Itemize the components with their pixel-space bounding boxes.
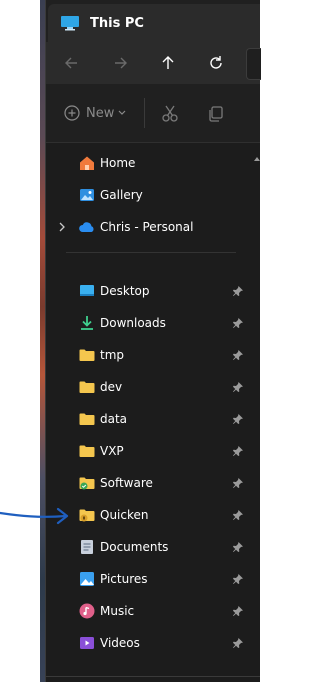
- pictures-icon: [78, 570, 96, 588]
- documents-icon: [78, 538, 96, 556]
- refresh-icon: [210, 56, 222, 69]
- nav-item-label: Downloads: [100, 316, 166, 330]
- back-arrow-icon: [65, 57, 77, 69]
- nav-item-vxp[interactable]: VXP: [46, 435, 246, 467]
- nav-item-desktop[interactable]: Desktop: [46, 275, 246, 307]
- file-explorer-window: This PC New Home Gallery Chris - Persona…: [45, 0, 261, 682]
- nav-item-quicken[interactable]: Quicken: [46, 499, 246, 531]
- nav-section-divider: [66, 252, 236, 253]
- nav-item-pictures[interactable]: Pictures: [46, 563, 246, 595]
- new-button[interactable]: New: [64, 102, 126, 124]
- command-toolbar: New: [46, 84, 260, 143]
- cut-icon[interactable]: [160, 104, 180, 124]
- videos-icon: [78, 634, 96, 652]
- folder-locked-icon: [78, 506, 96, 524]
- nav-item-onedrive-personal[interactable]: Chris - Personal: [46, 211, 246, 243]
- gallery-icon: [78, 186, 96, 204]
- pin-icon[interactable]: [232, 413, 244, 425]
- pin-icon[interactable]: [232, 349, 244, 361]
- pin-icon[interactable]: [232, 573, 244, 585]
- forward-arrow-icon: [115, 57, 127, 69]
- desktop-icon: [78, 282, 96, 300]
- window-title: This PC: [90, 15, 144, 31]
- pin-icon[interactable]: [232, 477, 244, 489]
- forward-button[interactable]: [108, 52, 132, 74]
- up-arrow-icon: [162, 56, 174, 69]
- home-icon: [78, 154, 96, 172]
- nav-item-label: Chris - Personal: [100, 220, 194, 234]
- this-pc-icon: [61, 16, 79, 31]
- title-tab-bar: This PC: [46, 0, 260, 42]
- pin-icon[interactable]: [232, 509, 244, 521]
- chevron-down-icon: [118, 110, 126, 115]
- address-bar[interactable]: [246, 48, 261, 80]
- nav-item-label: Pictures: [100, 572, 148, 586]
- nav-item-label: Music: [100, 604, 135, 618]
- onedrive-cloud-icon: [78, 218, 96, 236]
- pin-icon[interactable]: [232, 381, 244, 393]
- nav-item-dev[interactable]: dev: [46, 371, 246, 403]
- nav-item-label: VXP: [100, 444, 124, 458]
- pin-icon[interactable]: [232, 445, 244, 457]
- nav-item-music[interactable]: Music: [46, 595, 246, 627]
- new-button-label: New: [86, 105, 115, 121]
- folder-synced-icon: [78, 474, 96, 492]
- copy-icon[interactable]: [206, 104, 226, 124]
- up-button[interactable]: [156, 52, 180, 74]
- scroll-up-icon[interactable]: [254, 156, 260, 162]
- nav-item-label: Videos: [100, 636, 140, 650]
- nav-item-home[interactable]: Home: [46, 147, 246, 179]
- downloads-icon: [78, 314, 96, 332]
- nav-item-gallery[interactable]: Gallery: [46, 179, 246, 211]
- nav-item-label: Desktop: [100, 284, 150, 298]
- nav-item-data[interactable]: data: [46, 403, 246, 435]
- toolbar-divider: [144, 98, 145, 128]
- folder-icon: [78, 378, 96, 396]
- nav-item-label: data: [100, 412, 128, 426]
- annotation-arrow-icon: [0, 507, 69, 525]
- nav-item-label: Gallery: [100, 188, 143, 202]
- nav-bottom-divider: [46, 676, 260, 677]
- navigation-pane: Home Gallery Chris - Personal Desktop Do…: [46, 142, 260, 682]
- nav-item-label: Home: [100, 156, 136, 170]
- nav-item-label: Documents: [100, 540, 169, 554]
- tab-this-pc[interactable]: This PC: [48, 4, 260, 42]
- refresh-button[interactable]: [204, 52, 228, 74]
- navigation-bar: [46, 42, 261, 84]
- pin-icon[interactable]: [232, 285, 244, 297]
- nav-item-label: Software: [100, 476, 153, 490]
- pin-icon[interactable]: [232, 605, 244, 617]
- nav-item-software[interactable]: Software: [46, 467, 246, 499]
- music-icon: [78, 602, 96, 620]
- folder-icon: [78, 442, 96, 460]
- plus-circle-icon: [64, 105, 80, 121]
- pin-icon[interactable]: [232, 541, 244, 553]
- pin-icon[interactable]: [232, 637, 244, 649]
- pin-icon[interactable]: [232, 317, 244, 329]
- folder-icon: [78, 410, 96, 428]
- nav-item-label: dev: [100, 380, 123, 394]
- nav-item-downloads[interactable]: Downloads: [46, 307, 246, 339]
- nav-item-label: tmp: [100, 348, 125, 362]
- nav-item-documents[interactable]: Documents: [46, 531, 246, 563]
- nav-item-videos[interactable]: Videos: [46, 627, 246, 659]
- nav-item-tmp[interactable]: tmp: [46, 339, 246, 371]
- back-button[interactable]: [60, 52, 84, 74]
- nav-item-label: Quicken: [100, 508, 149, 522]
- chevron-right-icon[interactable]: [57, 221, 67, 233]
- folder-icon: [78, 346, 96, 364]
